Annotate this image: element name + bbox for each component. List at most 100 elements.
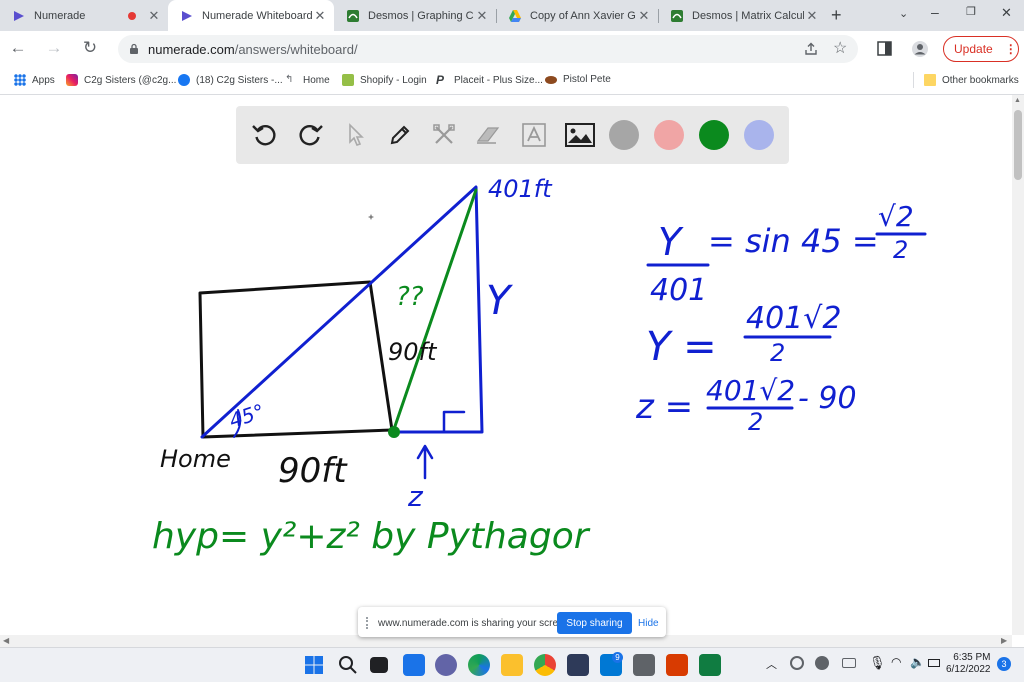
chrome-icon[interactable] <box>534 654 556 676</box>
green-dot <box>388 426 400 438</box>
bookmarks-divider <box>913 72 914 88</box>
google-drive-icon <box>509 9 521 22</box>
bookmark-instagram[interactable]: C2g Sisters (@c2g... <box>66 74 176 86</box>
base-label: 90ft <box>278 451 348 491</box>
forward-icon[interactable]: → <box>40 34 68 62</box>
sidebar-icon[interactable] <box>877 41 892 56</box>
cursor-mark <box>368 214 374 220</box>
stop-sharing-button[interactable]: Stop sharing <box>557 612 632 634</box>
tab-numerade[interactable]: Numerade ✕ <box>0 0 168 31</box>
top-vertex-label: 401ft <box>488 175 553 203</box>
bookmark-label: C2g Sisters (@c2g... <box>84 74 177 86</box>
chat-icon[interactable] <box>435 654 457 676</box>
bookmark-home[interactable]: ↰ Home <box>285 74 330 86</box>
mail-badge: 9 <box>612 652 623 663</box>
bookmark-pistol-pete[interactable]: Pistol Pete <box>545 74 611 85</box>
scroll-right-icon[interactable]: ▶ <box>1001 636 1007 645</box>
scrollbar-thumb[interactable] <box>1014 110 1022 180</box>
url-text[interactable]: numerade.com/answers/whiteboard/ <box>148 42 358 57</box>
chevron-up-icon[interactable]: ︿ <box>766 656 777 672</box>
tab-search-icon[interactable]: ⌄ <box>899 7 908 20</box>
close-icon[interactable]: ✕ <box>474 8 490 24</box>
eq3-numerator: 401√2 <box>706 374 795 407</box>
bookmark-shopify[interactable]: Shopify - Login <box>342 74 427 86</box>
eq3-tail: - 90 <box>798 381 857 416</box>
office-icon[interactable] <box>666 654 688 676</box>
eq1-denominator: 401 <box>650 273 707 308</box>
whiteboard-drawing: 401ft Y ?? 90ft 45° Home 90ft z hyp= y²+… <box>152 175 927 557</box>
close-icon[interactable]: ✕ <box>146 8 162 24</box>
share-icon[interactable] <box>803 41 819 57</box>
plus-icon[interactable]: + <box>831 5 842 26</box>
keyboard-icon[interactable] <box>842 658 856 668</box>
time: 6:35 PM <box>953 652 991 663</box>
url-host: numerade.com <box>148 42 235 57</box>
eq1-fraction-numerator: √2 <box>878 200 914 233</box>
search-icon[interactable] <box>338 655 358 675</box>
close-icon[interactable]: ✕ <box>804 8 820 24</box>
right-angle-mark <box>442 410 466 434</box>
tray-app-icon[interactable] <box>790 656 804 670</box>
volume-icon[interactable]: 🔈 <box>910 655 925 669</box>
minimize-icon[interactable]: – <box>931 4 939 20</box>
bookmark-star-icon[interactable]: ☆ <box>833 38 847 58</box>
clock[interactable]: 6:35 PM 6/12/2022 <box>946 652 991 676</box>
bookmark-placeit[interactable]: P Placeit - Plus Size... <box>436 74 543 86</box>
eq2-left: Y = <box>646 324 717 370</box>
notification-badge[interactable]: 3 <box>997 657 1011 671</box>
bookmark-facebook[interactable]: (18) C2g Sisters -... <box>178 74 283 86</box>
eq2-denominator: 2 <box>770 339 785 367</box>
hide-button[interactable]: Hide <box>638 618 659 629</box>
bookmark-label: Pistol Pete <box>563 74 611 85</box>
instagram-icon <box>66 74 78 86</box>
eq2-numerator: 401√2 <box>746 301 841 336</box>
edge-icon[interactable] <box>468 654 490 676</box>
battery-icon[interactable] <box>928 659 940 667</box>
close-icon[interactable]: ✕ <box>312 8 328 24</box>
recording-icon <box>128 11 136 20</box>
bookmark-label: Other bookmarks <box>942 74 1019 86</box>
widgets-icon[interactable] <box>403 654 425 676</box>
update-label: Update <box>954 42 993 56</box>
excel-icon[interactable] <box>699 654 721 676</box>
numerade-icon <box>14 10 24 21</box>
tab-desmos-graphing[interactable]: Desmos | Graphing Calcul ✕ <box>334 0 496 31</box>
close-icon[interactable]: ✕ <box>636 8 652 24</box>
scroll-left-icon[interactable]: ◀ <box>3 636 9 645</box>
profile-icon[interactable] <box>911 40 929 58</box>
scroll-up-icon[interactable]: ▲ <box>1014 97 1021 104</box>
eq1-middle: = sin 45 = <box>708 222 879 260</box>
menu-dots-icon: ⋮ <box>1004 42 1017 56</box>
drag-handle-icon[interactable] <box>366 617 370 629</box>
lock-icon[interactable] <box>129 43 139 55</box>
numerade-icon <box>182 10 192 21</box>
bookmark-other[interactable]: Other bookmarks <box>924 74 1019 86</box>
wifi-icon[interactable]: ◠ <box>891 655 901 669</box>
bookmark-apps[interactable]: Apps <box>14 74 55 86</box>
calculator-icon[interactable] <box>633 654 655 676</box>
tab-desmos-matrix[interactable]: Desmos | Matrix Calculator ✕ <box>658 0 826 31</box>
desmos-icon <box>671 9 683 22</box>
eq1-numerator: Y <box>658 220 684 264</box>
date: 6/12/2022 <box>946 664 991 675</box>
file-explorer-icon[interactable] <box>501 654 523 676</box>
tray-security-icon[interactable] <box>815 656 829 670</box>
restore-icon[interactable]: ❐ <box>966 5 976 18</box>
bookmark-label: Apps <box>32 74 55 86</box>
update-button[interactable]: Update ⋮ <box>943 36 1019 62</box>
store-icon[interactable] <box>567 654 589 676</box>
task-view-icon[interactable] <box>370 657 388 673</box>
folder-icon <box>924 74 936 86</box>
z-label: z <box>407 480 424 513</box>
back-icon[interactable]: ← <box>4 34 32 62</box>
windows-start-icon[interactable] <box>304 655 324 675</box>
shopify-icon <box>342 74 354 86</box>
window-close-icon[interactable]: ✕ <box>1001 5 1012 21</box>
reload-icon[interactable]: ↻ <box>76 34 104 62</box>
bookmark-label: Home <box>303 74 330 86</box>
apps-grid-icon <box>14 74 26 86</box>
tab-numerade-whiteboard[interactable]: Numerade Whiteboard ✕ <box>168 0 334 31</box>
tab-google-drive[interactable]: Copy of Ann Xavier Gante ✕ <box>496 0 658 31</box>
microphone-icon[interactable]: 🎙 <box>869 655 886 671</box>
eq1-fraction-denominator: 2 <box>893 236 908 264</box>
